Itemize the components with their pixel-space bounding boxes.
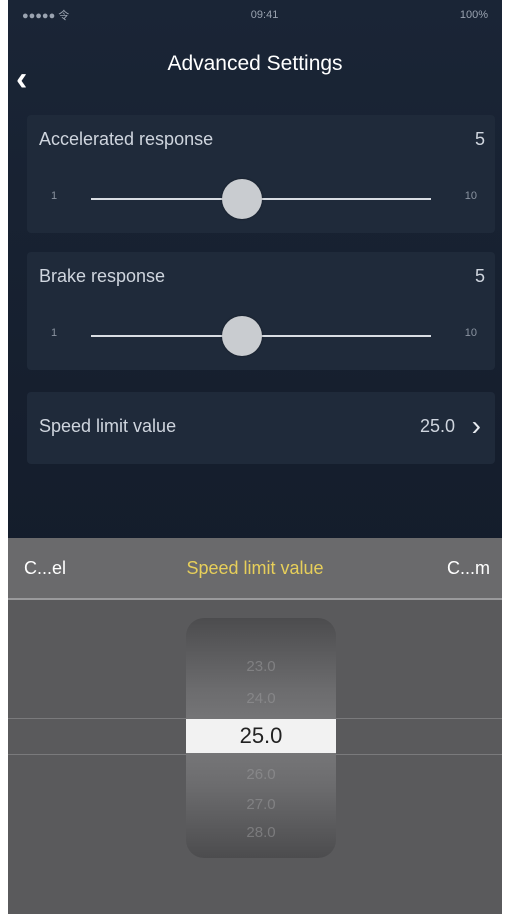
- speed-limit-value: 25.0: [419, 416, 455, 436]
- brake-response-value: 5: [474, 266, 485, 286]
- accelerated-response-card: Accelerated response 5 1 10: [27, 115, 495, 233]
- slider-min-label: 1: [51, 327, 58, 339]
- page-title: Advanced Settings: [167, 52, 343, 75]
- slider-max-label: 10: [464, 190, 477, 202]
- picker-option[interactable]: 27.0: [186, 796, 336, 813]
- picker-title: Speed limit value: [186, 558, 324, 578]
- battery-indicator: 100%: [459, 9, 488, 21]
- picker-option[interactable]: 28.0: [186, 824, 336, 841]
- picker-option[interactable]: 26.0: [186, 766, 336, 783]
- chevron-right-icon: ›: [471, 410, 481, 441]
- slider-min-label: 1: [51, 190, 58, 202]
- brake-response-label: Brake response: [39, 266, 166, 286]
- brake-response-card: Brake response 5 1 10: [27, 252, 495, 370]
- confirm-button[interactable]: C...m: [447, 558, 490, 579]
- accelerated-response-label: Accelerated response: [39, 129, 214, 149]
- speed-limit-label: Speed limit value: [39, 416, 177, 436]
- picker-option[interactable]: 23.0: [186, 658, 336, 675]
- clock: 09:41: [250, 9, 279, 21]
- picker-selected-value[interactable]: 25.0: [186, 719, 336, 753]
- nav-bar: ‹ Advanced Settings: [8, 40, 502, 100]
- speed-limit-row[interactable]: Speed limit value 25.0 ›: [27, 392, 495, 464]
- signal-indicator: ●●●●● 令: [22, 10, 70, 22]
- phone-screen: ●●●●● 令 09:41 100% ‹ Advanced Settings A…: [8, 0, 502, 914]
- accelerated-response-value: 5: [474, 129, 485, 149]
- accelerated-response-slider-thumb[interactable]: [222, 179, 263, 219]
- picker-option[interactable]: 24.0: [186, 690, 336, 707]
- brake-response-slider-thumb[interactable]: [222, 316, 263, 356]
- status-bar: ●●●●● 令 09:41 100%: [8, 0, 502, 30]
- slider-max-label: 10: [464, 327, 477, 339]
- picker-body: 23.0 24.0 26.0 27.0 28.0 25.0: [8, 600, 502, 914]
- picker-header: C...el Speed limit value C...m: [8, 538, 502, 600]
